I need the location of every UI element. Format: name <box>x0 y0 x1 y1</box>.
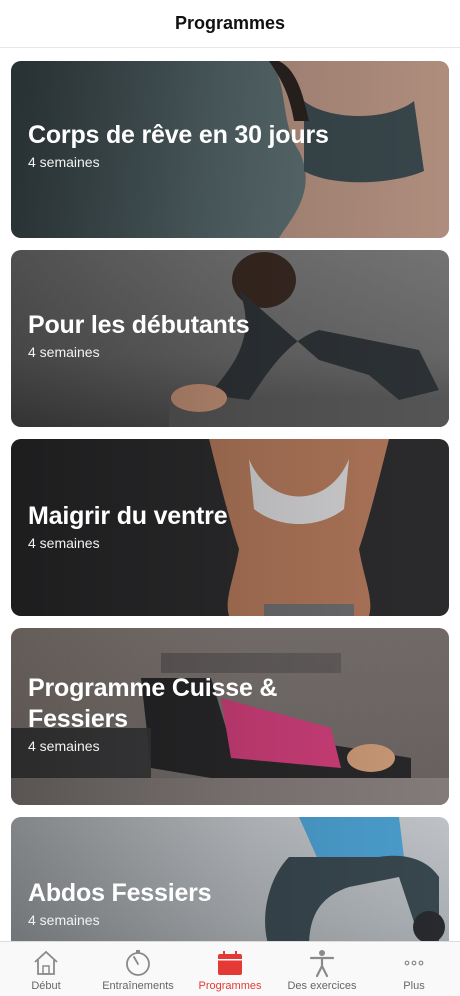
more-icon <box>404 960 424 966</box>
calendar-icon <box>218 951 242 975</box>
program-title: Programme Cuisse & Fessiers <box>28 674 278 733</box>
program-duration: 4 semaines <box>28 912 100 928</box>
program-duration: 4 semaines <box>28 535 100 551</box>
program-card-text: Abdos Fessiers 4 semaines <box>28 878 329 928</box>
program-duration: 4 semaines <box>28 344 100 360</box>
bottom-tab-bar: Début Entraînements Programmes Des exerc… <box>0 941 460 996</box>
program-card-text: Pour les débutants 4 semaines <box>28 310 329 360</box>
program-card-text: Programme Cuisse & Fessiers 4 semaines <box>28 673 299 754</box>
tab-plus[interactable]: Plus <box>368 942 460 996</box>
program-card-abdos-fessiers[interactable]: Abdos Fessiers 4 semaines <box>11 817 449 941</box>
program-card-debutants[interactable]: Pour les débutants 4 semaines <box>11 250 449 427</box>
program-title: Abdos Fessiers <box>28 879 212 907</box>
program-card-maigrir-ventre[interactable]: Maigrir du ventre 4 semaines <box>11 439 449 616</box>
tab-label: Début <box>31 980 61 992</box>
page-title: Programmes <box>174 13 286 33</box>
tab-label: Des exercices <box>287 980 357 992</box>
program-title: Maigrir du ventre <box>28 502 228 530</box>
home-icon <box>34 950 58 975</box>
tab-label: Programmes <box>198 980 262 992</box>
tab-debut[interactable]: Début <box>0 942 92 996</box>
top-bar: Programmes <box>0 0 460 48</box>
program-card-corps-de-reve[interactable]: Corps de rêve en 30 jours 4 semaines <box>11 61 449 238</box>
program-duration: 4 semaines <box>28 154 100 170</box>
timer-icon <box>126 950 150 976</box>
tab-label: Entraînements <box>102 980 174 992</box>
program-duration: 4 semaines <box>28 738 100 754</box>
tab-programmes[interactable]: Programmes <box>184 942 276 996</box>
program-title: Pour les débutants <box>28 311 250 339</box>
program-card-cuisse-fessiers[interactable]: Programme Cuisse & Fessiers 4 semaines <box>11 628 449 805</box>
tab-entrainements[interactable]: Entraînements <box>92 942 184 996</box>
person-icon <box>309 950 335 978</box>
program-card-text: Corps de rêve en 30 jours 4 semaines <box>28 120 329 170</box>
program-title: Corps de rêve en 30 jours <box>28 121 329 149</box>
tab-label: Plus <box>403 980 425 992</box>
app-root: Programmes Corps de rêve en 30 jours 4 s… <box>0 0 460 996</box>
tab-des-exercices[interactable]: Des exercices <box>276 942 368 996</box>
program-card-text: Maigrir du ventre 4 semaines <box>28 501 329 551</box>
program-list[interactable]: Corps de rêve en 30 jours 4 semaines Pou… <box>0 48 460 941</box>
